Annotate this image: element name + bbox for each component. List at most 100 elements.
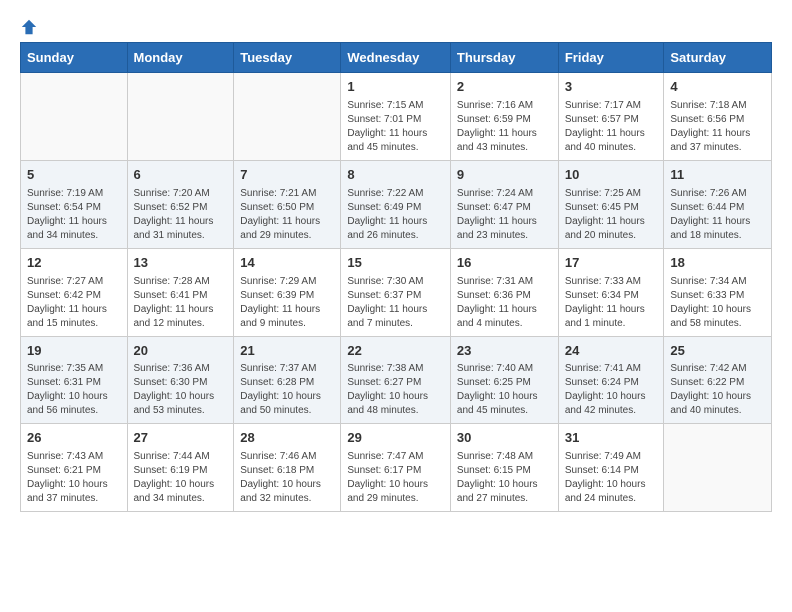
logo xyxy=(20,18,42,36)
calendar-cell: 15 Sunrise: 7:30 AMSunset: 6:37 PMDayligh… xyxy=(341,248,451,336)
calendar-cell: 24Sunrise: 7:41 AMSunset: 6:24 PMDayligh… xyxy=(558,336,664,424)
calendar-cell: 6 Sunrise: 7:20 AMSunset: 6:52 PMDaylight… xyxy=(127,160,234,248)
day-number: 23 xyxy=(457,342,552,361)
calendar-table: SundayMondayTuesdayWednesdayThursdayFrid… xyxy=(20,42,772,512)
day-number: 20 xyxy=(134,342,228,361)
day-of-week-header: Saturday xyxy=(664,43,772,73)
calendar-week-row: 5 Sunrise: 7:19 AMSunset: 6:54 PMDaylight… xyxy=(21,160,772,248)
day-info: Sunrise: 7:26 AMSunset: 6:44 PMDaylight:… xyxy=(670,187,765,243)
day-number: 16 xyxy=(457,254,552,273)
calendar-cell: 12 Sunrise: 7:27 AMSunset: 6:42 PMDayligh… xyxy=(21,248,128,336)
calendar-cell: 10 Sunrise: 7:25 AMSunset: 6:45 PMDayligh… xyxy=(558,160,664,248)
calendar-cell xyxy=(664,424,772,512)
day-info: Sunrise: 7:29 AMSunset: 6:39 PMDaylight:… xyxy=(240,275,334,331)
calendar-cell: 31 Sunrise: 7:49 AMSunset: 6:14 PMDayligh… xyxy=(558,424,664,512)
day-number: 27 xyxy=(134,429,228,448)
day-number: 3 xyxy=(565,78,658,97)
day-info: Sunrise: 7:24 AMSunset: 6:47 PMDaylight:… xyxy=(457,187,552,243)
day-number: 25 xyxy=(670,342,765,361)
day-number: 4 xyxy=(670,78,765,97)
day-number: 22 xyxy=(347,342,444,361)
day-number: 15 xyxy=(347,254,444,273)
day-info: Sunrise: 7:18 AMSunset: 6:56 PMDaylight:… xyxy=(670,99,765,155)
day-info: Sunrise: 7:43 AMSunset: 6:21 PMDaylight:… xyxy=(27,450,121,506)
day-number: 1 xyxy=(347,78,444,97)
calendar-cell: 21Sunrise: 7:37 AMSunset: 6:28 PMDayligh… xyxy=(234,336,341,424)
calendar-cell: 26 Sunrise: 7:43 AMSunset: 6:21 PMDayligh… xyxy=(21,424,128,512)
day-number: 5 xyxy=(27,166,121,185)
day-number: 26 xyxy=(27,429,121,448)
day-info: Sunrise: 7:49 AMSunset: 6:14 PMDaylight:… xyxy=(565,450,658,506)
page-header xyxy=(10,10,782,42)
calendar-cell: 17 Sunrise: 7:33 AMSunset: 6:34 PMDayligh… xyxy=(558,248,664,336)
day-number: 7 xyxy=(240,166,334,185)
day-number: 2 xyxy=(457,78,552,97)
day-info: Sunrise: 7:20 AMSunset: 6:52 PMDaylight:… xyxy=(134,187,228,243)
day-number: 31 xyxy=(565,429,658,448)
calendar-cell: 11 Sunrise: 7:26 AMSunset: 6:44 PMDayligh… xyxy=(664,160,772,248)
day-info: Sunrise: 7:35 AMSunset: 6:31 PMDaylight:… xyxy=(27,362,121,418)
day-number: 9 xyxy=(457,166,552,185)
day-info: Sunrise: 7:16 AMSunset: 6:59 PMDaylight:… xyxy=(457,99,552,155)
day-info: Sunrise: 7:47 AMSunset: 6:17 PMDaylight:… xyxy=(347,450,444,506)
calendar-cell: 14 Sunrise: 7:29 AMSunset: 6:39 PMDayligh… xyxy=(234,248,341,336)
day-of-week-header: Wednesday xyxy=(341,43,451,73)
day-number: 12 xyxy=(27,254,121,273)
calendar-cell: 16Sunrise: 7:31 AMSunset: 6:36 PMDayligh… xyxy=(450,248,558,336)
calendar-cell xyxy=(234,73,341,161)
day-number: 19 xyxy=(27,342,121,361)
calendar-cell xyxy=(127,73,234,161)
day-info: Sunrise: 7:25 AMSunset: 6:45 PMDaylight:… xyxy=(565,187,658,243)
day-number: 11 xyxy=(670,166,765,185)
day-number: 28 xyxy=(240,429,334,448)
day-info: Sunrise: 7:21 AMSunset: 6:50 PMDaylight:… xyxy=(240,187,334,243)
calendar-cell: 7 Sunrise: 7:21 AMSunset: 6:50 PMDaylight… xyxy=(234,160,341,248)
day-info: Sunrise: 7:48 AMSunset: 6:15 PMDaylight:… xyxy=(457,450,552,506)
calendar-cell: 19Sunrise: 7:35 AMSunset: 6:31 PMDayligh… xyxy=(21,336,128,424)
day-info: Sunrise: 7:19 AMSunset: 6:54 PMDaylight:… xyxy=(27,187,121,243)
day-info: Sunrise: 7:27 AMSunset: 6:42 PMDaylight:… xyxy=(27,275,121,331)
day-info: Sunrise: 7:36 AMSunset: 6:30 PMDaylight:… xyxy=(134,362,228,418)
calendar-cell: 1 Sunrise: 7:15 AMSunset: 7:01 PMDaylight… xyxy=(341,73,451,161)
day-number: 6 xyxy=(134,166,228,185)
calendar-cell: 27 Sunrise: 7:44 AMSunset: 6:19 PMDayligh… xyxy=(127,424,234,512)
day-info: Sunrise: 7:33 AMSunset: 6:34 PMDaylight:… xyxy=(565,275,658,331)
day-of-week-header: Monday xyxy=(127,43,234,73)
day-number: 30 xyxy=(457,429,552,448)
calendar-cell: 9 Sunrise: 7:24 AMSunset: 6:47 PMDaylight… xyxy=(450,160,558,248)
calendar-cell: 23Sunrise: 7:40 AMSunset: 6:25 PMDayligh… xyxy=(450,336,558,424)
day-number: 18 xyxy=(670,254,765,273)
day-number: 14 xyxy=(240,254,334,273)
day-number: 29 xyxy=(347,429,444,448)
calendar-cell: 3 Sunrise: 7:17 AMSunset: 6:57 PMDaylight… xyxy=(558,73,664,161)
calendar-cell: 30 Sunrise: 7:48 AMSunset: 6:15 PMDayligh… xyxy=(450,424,558,512)
day-info: Sunrise: 7:38 AMSunset: 6:27 PMDaylight:… xyxy=(347,362,444,418)
calendar-cell: 22Sunrise: 7:38 AMSunset: 6:27 PMDayligh… xyxy=(341,336,451,424)
calendar-week-row: 19Sunrise: 7:35 AMSunset: 6:31 PMDayligh… xyxy=(21,336,772,424)
calendar-week-row: 12 Sunrise: 7:27 AMSunset: 6:42 PMDayligh… xyxy=(21,248,772,336)
day-of-week-header: Sunday xyxy=(21,43,128,73)
day-info: Sunrise: 7:17 AMSunset: 6:57 PMDaylight:… xyxy=(565,99,658,155)
day-number: 17 xyxy=(565,254,658,273)
day-number: 10 xyxy=(565,166,658,185)
calendar-week-row: 1 Sunrise: 7:15 AMSunset: 7:01 PMDaylight… xyxy=(21,73,772,161)
calendar-cell: 28 Sunrise: 7:46 AMSunset: 6:18 PMDayligh… xyxy=(234,424,341,512)
day-info: Sunrise: 7:44 AMSunset: 6:19 PMDaylight:… xyxy=(134,450,228,506)
day-info: Sunrise: 7:42 AMSunset: 6:22 PMDaylight:… xyxy=(670,362,765,418)
logo-icon xyxy=(20,18,38,36)
day-info: Sunrise: 7:30 AMSunset: 6:37 PMDaylight:… xyxy=(347,275,444,331)
day-of-week-header: Tuesday xyxy=(234,43,341,73)
day-info: Sunrise: 7:15 AMSunset: 7:01 PMDaylight:… xyxy=(347,99,444,155)
calendar-cell: 13Sunrise: 7:28 AMSunset: 6:41 PMDayligh… xyxy=(127,248,234,336)
calendar-cell: 2 Sunrise: 7:16 AMSunset: 6:59 PMDaylight… xyxy=(450,73,558,161)
day-info: Sunrise: 7:40 AMSunset: 6:25 PMDaylight:… xyxy=(457,362,552,418)
day-number: 24 xyxy=(565,342,658,361)
day-info: Sunrise: 7:41 AMSunset: 6:24 PMDaylight:… xyxy=(565,362,658,418)
calendar-cell: 4 Sunrise: 7:18 AMSunset: 6:56 PMDaylight… xyxy=(664,73,772,161)
day-info: Sunrise: 7:46 AMSunset: 6:18 PMDaylight:… xyxy=(240,450,334,506)
day-info: Sunrise: 7:37 AMSunset: 6:28 PMDaylight:… xyxy=(240,362,334,418)
day-info: Sunrise: 7:22 AMSunset: 6:49 PMDaylight:… xyxy=(347,187,444,243)
day-info: Sunrise: 7:34 AMSunset: 6:33 PMDaylight:… xyxy=(670,275,765,331)
calendar-cell: 5 Sunrise: 7:19 AMSunset: 6:54 PMDaylight… xyxy=(21,160,128,248)
calendar-cell xyxy=(21,73,128,161)
